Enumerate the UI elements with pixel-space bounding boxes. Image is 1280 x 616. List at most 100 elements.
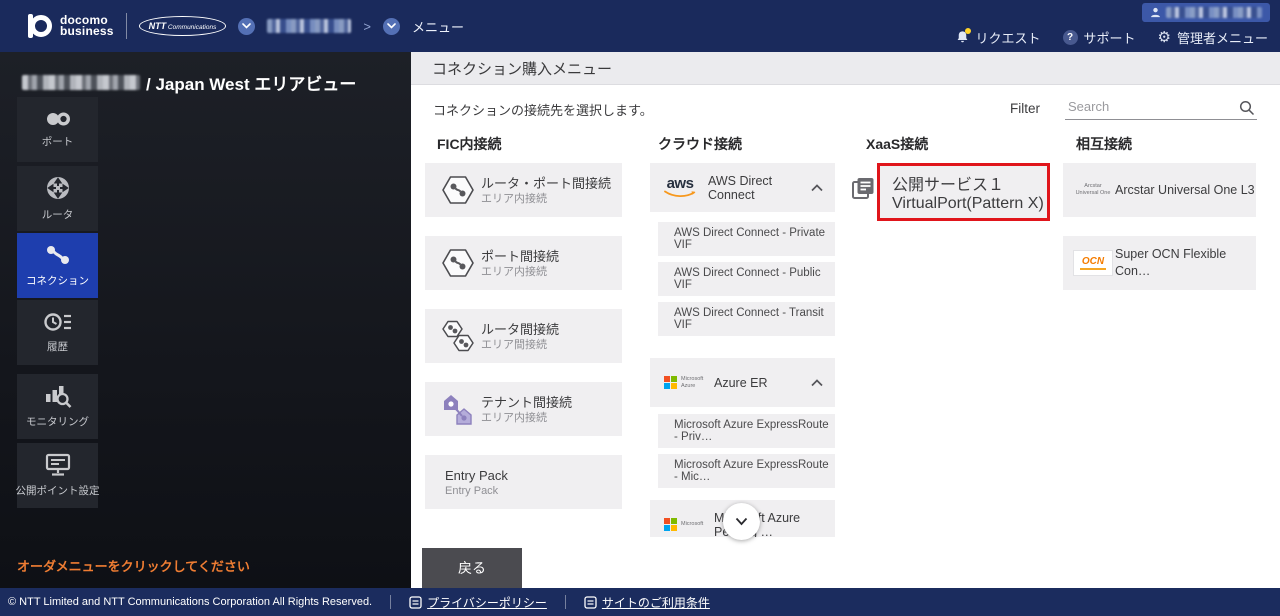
tenant-connection-icon (435, 391, 481, 427)
sidebar-item-history[interactable]: 履歴 (17, 300, 98, 365)
instruction-text: コネクションの接続先を選択します。 (433, 100, 653, 119)
card-title: ポート間接続 (481, 248, 559, 265)
port-icon (43, 110, 73, 128)
menu-subitem-azure-er-private[interactable]: Microsoft Azure ExpressRoute - Priv… (658, 414, 835, 448)
chevron-up-icon[interactable] (811, 379, 823, 387)
menu-card-public-service-highlighted[interactable]: 公開サービス１ VirtualPort(Pattern X) (877, 163, 1050, 221)
admin-menu-label: 管理者メニュー (1177, 28, 1268, 47)
back-button[interactable]: 戻る (422, 548, 522, 588)
footer-divider (565, 595, 566, 609)
ntt-communications-logo: NTT Communications (139, 16, 227, 36)
column-header-cloud: クラウド接続 (658, 134, 742, 154)
menu-card-arcstar[interactable]: ArcstarUniversal One Arcstar Universal O… (1063, 163, 1256, 217)
card-subtitle: エリア内接続 (481, 192, 611, 206)
card-title: Super OCN Flexible Con… (1115, 246, 1256, 280)
top-navbar: docomo business NTT Communications > メニュ… (0, 0, 1280, 52)
group-title: AWS Direct Connect (700, 174, 811, 202)
interconnect-column: ArcstarUniversal One Arcstar Universal O… (1063, 163, 1256, 309)
terms-of-use-label: サイトのご利用条件 (602, 594, 710, 611)
subitem-label: AWS Direct Connect - Private VIF (674, 227, 835, 251)
menu-subitem-azure-er-microsoft[interactable]: Microsoft Azure ExpressRoute - Mic… (658, 454, 835, 488)
double-hexagon-icon (435, 318, 481, 354)
card-subtitle: エリア間接続 (481, 338, 559, 352)
column-header-fic: FIC内接続 (437, 134, 502, 154)
menu-card-router-port[interactable]: ルータ・ポート間接続 エリア内接続 (425, 163, 622, 217)
requests-button[interactable]: リクエスト (955, 28, 1041, 47)
privacy-policy-link[interactable]: プライバシーポリシー (409, 594, 547, 611)
menu-card-tenant[interactable]: テナント間接続 エリア内接続 (425, 382, 622, 436)
ntt-logo-sub: Communications (166, 24, 216, 31)
sidebar-item-router[interactable]: ルータ (17, 166, 98, 231)
notification-dot (965, 28, 971, 34)
card-subtitle: Entry Pack (445, 484, 508, 498)
tenant-id-redacted (22, 75, 140, 90)
subitem-label: AWS Direct Connect - Transit VIF (674, 307, 835, 331)
left-sidebar: / Japan West エリアビュー ポート (0, 52, 411, 588)
sidebar-item-label: モニタリング (26, 414, 89, 429)
menu-dropdown-chevron-icon[interactable] (383, 18, 400, 35)
user-name-redacted (1166, 7, 1262, 18)
microsoft-azure-logo: MicrosoftAzure (660, 376, 706, 389)
navbar-actions: リクエスト ? サポート ⚙ 管理者メニュー (955, 28, 1269, 47)
monitoring-icon (44, 384, 72, 408)
search-icon[interactable] (1239, 100, 1255, 121)
user-badge[interactable] (1142, 3, 1270, 22)
hexagon-connection-icon (435, 246, 481, 280)
sidebar-item-label: ポート (42, 134, 74, 149)
subitem-label: Microsoft Azure ExpressRoute - Mic… (674, 459, 835, 483)
menu-card-port-to-port[interactable]: ポート間接続 エリア内接続 (425, 236, 622, 290)
support-button[interactable]: ? サポート (1063, 28, 1136, 47)
order-menu-hint: オーダメニューをクリックしてください (17, 556, 250, 575)
group-title: Azure ER (706, 376, 811, 390)
requests-label: リクエスト (976, 28, 1041, 47)
card-subtitle: VirtualPort(Pattern X) (892, 195, 1047, 213)
card-title: Arcstar Universal One L3 (1115, 182, 1255, 199)
menu-dropdown-label[interactable]: メニュー (412, 17, 464, 36)
gear-icon: ⚙ (1158, 30, 1171, 45)
sidebar-menu: ポート ルータ (17, 97, 98, 508)
menu-subitem-aws-public-vif[interactable]: AWS Direct Connect - Public VIF (658, 262, 835, 296)
sidebar-item-label: 履歴 (47, 339, 68, 354)
question-icon: ? (1063, 30, 1078, 45)
card-title: テナント間接続 (481, 394, 572, 411)
sidebar-item-label: ルータ (42, 207, 74, 222)
docomo-business-logo: docomo business (30, 15, 114, 37)
tenant-dropdown-chevron-icon[interactable] (238, 18, 255, 35)
history-icon (44, 311, 72, 333)
cloud-column: aws AWS Direct Connect AWS Direct Connec… (650, 163, 835, 537)
sidebar-item-port[interactable]: ポート (17, 97, 98, 162)
fic-column: ルータ・ポート間接続 エリア内接続 ポート間接続 エリア内接続 ルータ間接続 (425, 163, 622, 528)
navbar-left: docomo business NTT Communications > メニュ… (30, 0, 464, 52)
ocn-logo: OCN (1071, 250, 1115, 276)
public-point-icon (45, 453, 71, 477)
terms-of-use-link[interactable]: サイトのご利用条件 (584, 594, 710, 611)
page-title: コネクション購入メニュー (411, 52, 1280, 85)
privacy-policy-label: プライバシーポリシー (427, 594, 547, 611)
menu-card-super-ocn[interactable]: OCN Super OCN Flexible Con… (1063, 236, 1256, 290)
menu-group-aws[interactable]: aws AWS Direct Connect (650, 163, 835, 212)
sidebar-item-monitoring[interactable]: モニタリング (17, 374, 98, 439)
menu-group-azure-er[interactable]: MicrosoftAzure Azure ER (650, 358, 835, 407)
admin-menu-button[interactable]: ⚙ 管理者メニュー (1158, 28, 1268, 47)
router-icon (45, 175, 71, 201)
menu-card-entry-pack[interactable]: Entry Pack Entry Pack (425, 455, 622, 509)
sidebar-item-label: コネクション (26, 273, 89, 288)
aws-logo: aws (660, 177, 700, 198)
area-view-title-text: / Japan West エリアビュー (146, 70, 356, 95)
menu-subitem-aws-private-vif[interactable]: AWS Direct Connect - Private VIF (658, 222, 835, 256)
connection-icon (43, 243, 73, 267)
search-input[interactable] (1065, 96, 1257, 120)
menu-card-router-to-router[interactable]: ルータ間接続 エリア間接続 (425, 309, 622, 363)
search-field-wrap (1065, 96, 1257, 120)
scroll-down-button[interactable] (723, 503, 760, 540)
tenant-name-redacted[interactable] (267, 19, 351, 33)
support-label: サポート (1084, 28, 1136, 47)
card-subtitle: エリア内接続 (481, 411, 572, 425)
brand-line2: business (60, 26, 114, 37)
sidebar-item-connection[interactable]: コネクション (17, 233, 98, 298)
microsoft-logo: Microsoft (660, 518, 706, 531)
sidebar-item-public-point[interactable]: 公開ポイント設定 (17, 443, 98, 508)
menu-subitem-aws-transit-vif[interactable]: AWS Direct Connect - Transit VIF (658, 302, 835, 336)
chevron-up-icon[interactable] (811, 184, 823, 192)
bell-icon (955, 30, 970, 45)
